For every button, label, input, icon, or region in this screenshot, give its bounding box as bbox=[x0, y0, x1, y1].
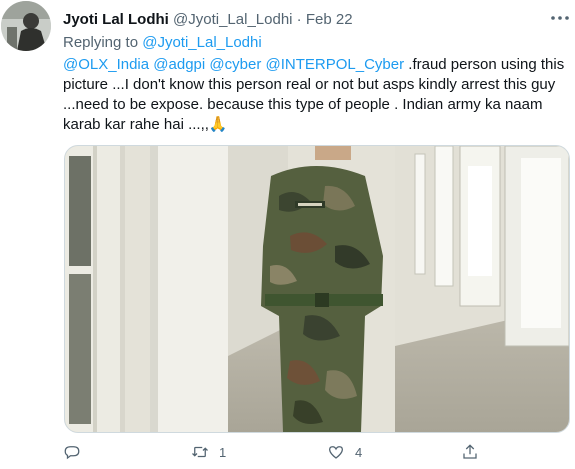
tweet-text-line-1: @OLX_India @adgpi @cyber @INTERPOL_Cyber… bbox=[63, 55, 564, 75]
tweet-photo[interactable] bbox=[64, 145, 570, 433]
replying-prefix: Replying to bbox=[63, 34, 139, 51]
more-icon bbox=[551, 16, 569, 20]
author-name[interactable]: Jyoti Lal Lodhi bbox=[63, 11, 169, 28]
like-count: 4 bbox=[355, 444, 363, 460]
separator-dot: · bbox=[296, 11, 302, 28]
mention-cyber[interactable]: @cyber bbox=[209, 56, 261, 73]
reply-action[interactable] bbox=[63, 440, 91, 464]
replying-to: Replying to @Jyoti_Lal_Lodhi bbox=[63, 33, 262, 53]
retweet-action[interactable]: 1 bbox=[191, 440, 226, 464]
mention-olx-india[interactable]: @OLX_India bbox=[63, 56, 149, 73]
tweet-text-line-4: karab kar rahe hai ...,,🙏 bbox=[63, 115, 558, 135]
mention-adgpi[interactable]: @adgpi bbox=[153, 56, 205, 73]
tweet-date[interactable]: Feb 22 bbox=[306, 11, 353, 28]
tweet-text-line-2: picture ...I don't know this person real… bbox=[63, 76, 556, 93]
share-icon bbox=[463, 444, 477, 459]
tweet-text-line-1-tail: .fraud person using this bbox=[408, 56, 565, 73]
like-icon bbox=[328, 446, 344, 459]
tweet[interactable]: Jyoti Lal Lodhi @Jyoti_Lal_Lodhi · Feb 2… bbox=[0, 0, 575, 469]
avatar[interactable] bbox=[1, 1, 51, 51]
share-action[interactable] bbox=[461, 440, 479, 464]
author-handle[interactable]: @Jyoti_Lal_Lodhi bbox=[173, 11, 292, 28]
retweet-count: 1 bbox=[219, 444, 227, 460]
tweet-text-line-4-body: karab kar rahe hai ...,, bbox=[63, 116, 209, 133]
more-options-button[interactable] bbox=[549, 10, 571, 26]
tweet-text: @OLX_India @adgpi @cyber @INTERPOL_Cyber… bbox=[63, 55, 564, 135]
retweet-icon bbox=[192, 446, 208, 458]
soldier-photo bbox=[65, 146, 569, 432]
tweet-header: Jyoti Lal Lodhi @Jyoti_Lal_Lodhi · Feb 2… bbox=[63, 10, 353, 30]
mention-interpol-cyber[interactable]: @INTERPOL_Cyber bbox=[266, 56, 405, 73]
folded-hands-emoji: 🙏 bbox=[208, 116, 228, 133]
replying-to-link[interactable]: @Jyoti_Lal_Lodhi bbox=[142, 34, 261, 51]
avatar-image bbox=[1, 1, 51, 51]
like-action[interactable]: 4 bbox=[327, 440, 362, 464]
tweet-text-line-3: ...need to be expose. because this type … bbox=[63, 96, 543, 113]
tweet-actions: 1 4 bbox=[63, 440, 563, 464]
reply-icon bbox=[64, 446, 80, 460]
